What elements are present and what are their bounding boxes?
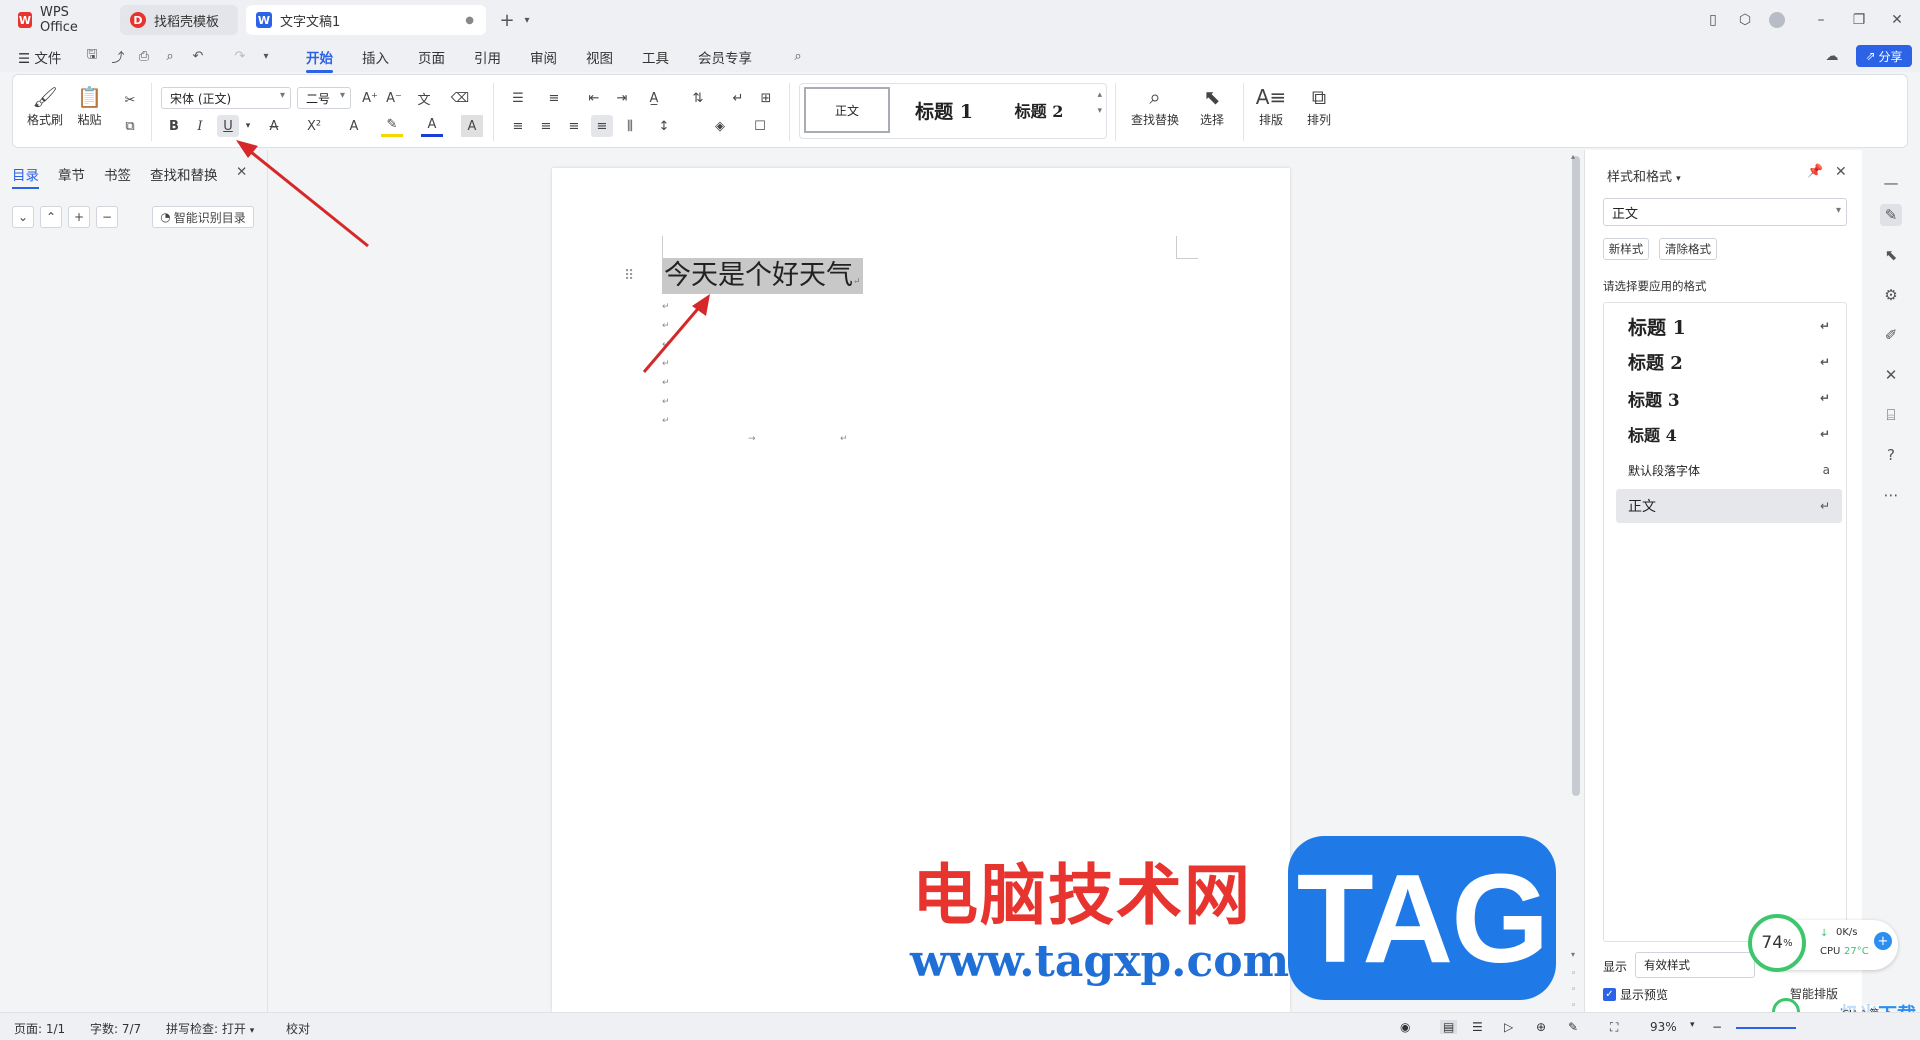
zoom-slider[interactable] [1736, 1027, 1796, 1029]
annotation-arrows [236, 140, 710, 373]
page-view-icon[interactable]: ▤ [1440, 1020, 1458, 1034]
eye-icon[interactable]: ◉ [1400, 1020, 1410, 1034]
spell-check-label: 拼写检查: 打开 [166, 1022, 246, 1036]
play-icon[interactable]: ▷ [1504, 1020, 1513, 1034]
zoom-level[interactable]: 93% [1650, 1020, 1677, 1034]
spell-check[interactable]: 拼写检查: 打开 ▾ [166, 1020, 254, 1037]
chevron-down-icon: ▾ [249, 1026, 255, 1036]
fit-page-icon[interactable]: ⛶ [1610, 1020, 1618, 1035]
word-count[interactable]: 字数: 7/7 [90, 1020, 141, 1037]
status-bar: 页面: 1/1 字数: 7/7 拼写检查: 打开 ▾ 校对 ◉ ▤ ☰ ▷ ⊕ … [0, 1012, 1920, 1040]
chevron-down-icon[interactable]: ▾ [1690, 1020, 1695, 1030]
arrow-to-underline [245, 146, 369, 248]
page-count[interactable]: 页面: 1/1 [14, 1020, 65, 1037]
zoom-out-icon[interactable]: − [1712, 1020, 1722, 1034]
outline-view-icon[interactable]: ☰ [1472, 1020, 1483, 1034]
proofread[interactable]: 校对 [286, 1020, 310, 1037]
web-view-icon[interactable]: ⊕ [1536, 1020, 1546, 1034]
arrow-to-text [642, 303, 704, 373]
pen-icon[interactable]: ✎ [1568, 1020, 1578, 1034]
